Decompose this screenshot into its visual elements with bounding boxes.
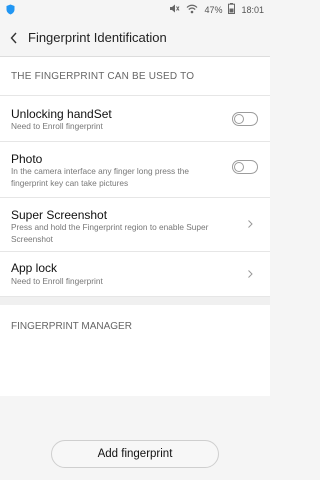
section-gap [0, 296, 270, 305]
back-button[interactable] [0, 19, 28, 56]
page-title: Fingerprint Identification [28, 30, 167, 45]
chevron-right-icon [248, 270, 253, 278]
chevron-left-icon [10, 32, 17, 43]
setting-photo[interactable]: Photo In the camera interface any finger… [0, 141, 270, 197]
add-fingerprint-button[interactable]: Add fingerprint [51, 440, 219, 468]
shield-icon [6, 4, 15, 17]
setting-app-lock[interactable]: App lock Need to Enroll fingerprint [0, 251, 270, 296]
toggle-knob [234, 114, 244, 124]
section-header-usage: THE FINGERPRINT CAN BE USED TO [11, 70, 195, 82]
unlocking-toggle[interactable] [232, 112, 258, 126]
settings-list: THE FINGERPRINT CAN BE USED TO Unlocking… [0, 57, 270, 396]
setting-title: Unlocking handSet [11, 107, 112, 121]
mute-icon [169, 3, 180, 16]
status-bar: 47% 18:01 [0, 0, 270, 19]
setting-title: Photo [11, 152, 43, 166]
photo-toggle[interactable] [232, 160, 258, 174]
setting-subtitle: Need to Enroll fingerprint [11, 276, 103, 286]
toggle-knob [234, 162, 244, 172]
bottom-bar: Add fingerprint [0, 428, 270, 480]
clock: 18:01 [241, 4, 264, 15]
setting-title: App lock [11, 261, 58, 275]
battery-icon [228, 3, 236, 16]
chevron-right-icon [248, 220, 253, 228]
setting-subtitle: Press and hold the Fingerprint region to… [11, 222, 209, 244]
setting-title: Super Screenshot [11, 208, 108, 222]
setting-subtitle: Need to Enroll fingerprint [11, 121, 103, 131]
setting-super-screenshot[interactable]: Super Screenshot Press and hold the Fing… [0, 197, 270, 251]
app-bar: Fingerprint Identification [0, 19, 270, 56]
setting-unlocking-handset[interactable]: Unlocking handSet Need to Enroll fingerp… [0, 95, 270, 141]
wifi-icon [186, 4, 198, 16]
empty-fingerprint-list [0, 348, 270, 396]
setting-subtitle: In the camera interface any finger long … [11, 166, 190, 188]
battery-percent: 47% [204, 4, 223, 15]
section-header-manager: FINGERPRINT MANAGER [0, 305, 270, 348]
